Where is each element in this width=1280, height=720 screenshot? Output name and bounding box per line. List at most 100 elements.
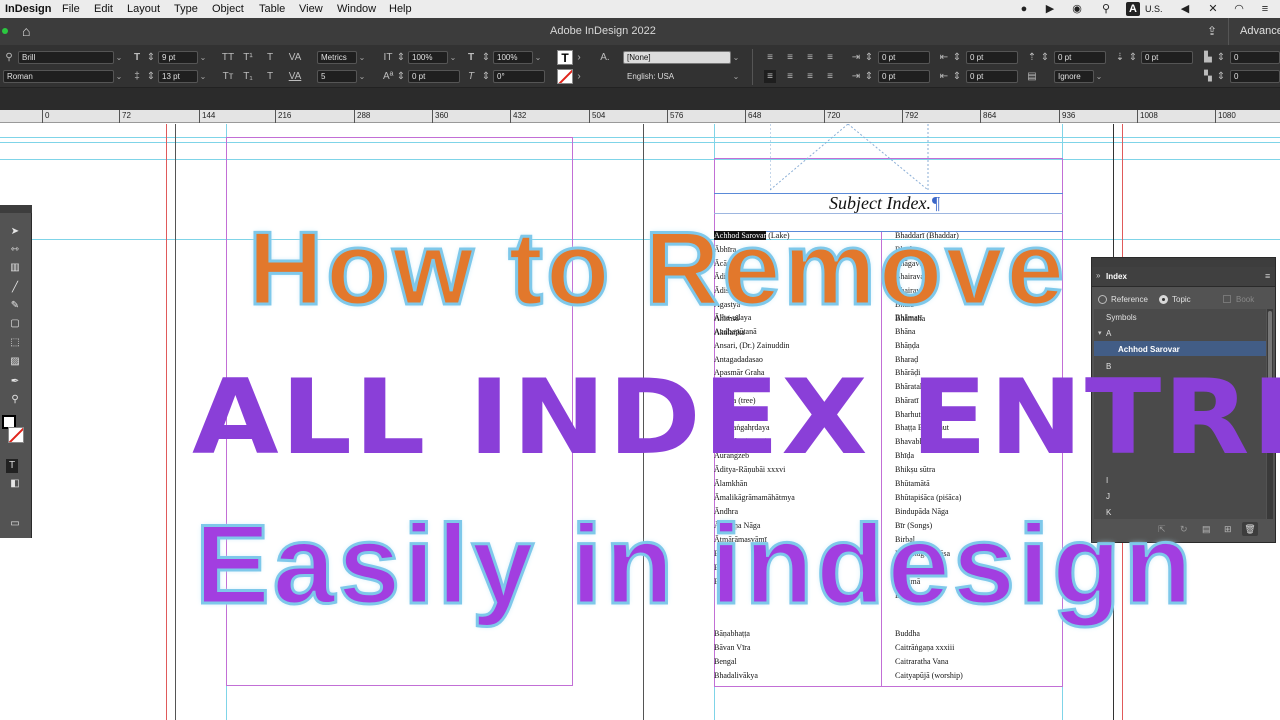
- chevron-down-icon[interactable]: ⌄: [357, 70, 367, 83]
- topic-row-symbols[interactable]: Symbols: [1106, 313, 1137, 322]
- menu-app-name[interactable]: InDesign: [5, 0, 51, 18]
- horizontal-ruler[interactable]: 0 72 144 216 288 360 432 504 576 648 720…: [0, 110, 1280, 123]
- last-line-indent-field[interactable]: 0 pt: [966, 70, 1018, 83]
- input-source-icon[interactable]: A: [1126, 2, 1140, 16]
- vertical-scale-field[interactable]: 100%: [408, 51, 448, 64]
- index-panel-grip[interactable]: [1092, 258, 1275, 267]
- line-tool-icon[interactable]: ╱: [6, 281, 24, 295]
- small-caps-icon[interactable]: Tт: [220, 70, 236, 83]
- align-left-icon[interactable]: ≡: [764, 51, 776, 64]
- selection-tool-icon[interactable]: ➤: [6, 225, 24, 239]
- workspace-switcher[interactable]: Advance: [1240, 18, 1280, 45]
- tracking-field[interactable]: 5: [317, 70, 357, 83]
- align-towards-spine-icon[interactable]: ≡: [824, 51, 836, 64]
- share-icon[interactable]: ⇪: [1207, 18, 1217, 45]
- zoom-tool-icon[interactable]: ⚲: [6, 393, 24, 407]
- menu-help[interactable]: Help: [389, 0, 412, 18]
- volume-icon[interactable]: ◀: [1178, 2, 1192, 16]
- hyphenation-field[interactable]: Ignore: [1054, 70, 1094, 83]
- pen-tool-icon[interactable]: ✎: [6, 299, 24, 313]
- chevron-down-icon[interactable]: ⌄: [731, 51, 741, 64]
- eyedropper-icon[interactable]: ✒: [6, 375, 24, 389]
- skype-icon[interactable]: ●: [1017, 2, 1031, 16]
- page-tool-icon[interactable]: ⇿: [6, 243, 24, 257]
- stepper-icon[interactable]: ⇕: [1216, 51, 1226, 64]
- stepper-icon[interactable]: ⇕: [952, 51, 962, 64]
- play-icon[interactable]: ▶: [1043, 2, 1057, 16]
- justify-left-icon[interactable]: ≡: [764, 70, 776, 83]
- kerning-field[interactable]: Metrics: [317, 51, 357, 64]
- index-panel-tab[interactable]: Index: [1106, 272, 1127, 281]
- font-family-field[interactable]: Brill: [18, 51, 114, 64]
- chevron-down-icon[interactable]: ⌄: [357, 51, 367, 64]
- camera-icon[interactable]: ◉: [1070, 2, 1084, 16]
- skew-field[interactable]: 0°: [493, 70, 545, 83]
- character-style-field[interactable]: [None]: [623, 51, 731, 64]
- chevron-down-icon[interactable]: ⌄: [448, 51, 458, 64]
- tools-panel-grip[interactable]: [0, 205, 32, 213]
- menu-edit[interactable]: Edit: [94, 0, 113, 18]
- drop-cap-chars-field[interactable]: 0: [1230, 70, 1280, 83]
- strikethrough-icon[interactable]: T: [263, 70, 277, 83]
- topic-row-a[interactable]: A: [1106, 329, 1111, 338]
- stepper-icon[interactable]: ⇕: [146, 51, 156, 64]
- stepper-icon[interactable]: ⇕: [481, 51, 491, 64]
- chevron-down-icon[interactable]: ⌄: [731, 70, 741, 83]
- stepper-icon[interactable]: ⇕: [396, 51, 406, 64]
- chevron-down-icon[interactable]: ⌄: [533, 51, 543, 64]
- space-after-field[interactable]: 0 pt: [1141, 51, 1193, 64]
- window-zoom-dot[interactable]: [2, 28, 8, 34]
- stepper-icon[interactable]: ⇕: [481, 70, 491, 83]
- all-caps-icon[interactable]: TT: [220, 51, 236, 64]
- panel-menu-icon[interactable]: ≡: [1265, 271, 1270, 281]
- menu-table[interactable]: Table: [259, 0, 285, 18]
- rectangle-frame-icon[interactable]: ▢: [6, 317, 24, 331]
- stepper-icon[interactable]: ⇕: [146, 70, 156, 83]
- menu-layout[interactable]: Layout: [127, 0, 160, 18]
- delete-entry-icon[interactable]: 🗑: [1242, 522, 1258, 536]
- leading-field[interactable]: 13 pt: [158, 70, 198, 83]
- chevron-right-icon[interactable]: ›: [575, 70, 583, 83]
- topic-row-selected[interactable]: Achhod Sarovar: [1094, 341, 1266, 356]
- stepper-icon[interactable]: ⇕: [1040, 51, 1050, 64]
- justify-center-icon[interactable]: ≡: [784, 70, 796, 83]
- stepper-icon[interactable]: ⇕: [864, 51, 874, 64]
- subscript-icon[interactable]: T₁: [241, 70, 255, 83]
- stroke-swatch-icon[interactable]: [8, 427, 24, 443]
- drop-cap-lines-field[interactable]: 0: [1230, 51, 1280, 64]
- formatting-text-icon[interactable]: T: [6, 459, 18, 473]
- content-collector-icon[interactable]: ▥: [6, 261, 24, 275]
- chevron-right-icon[interactable]: ›: [575, 51, 583, 64]
- stepper-icon[interactable]: ⇕: [1216, 70, 1226, 83]
- text-fill-icon[interactable]: T: [557, 50, 573, 65]
- underline-icon[interactable]: T: [263, 51, 277, 64]
- bluetooth-off-icon[interactable]: ✕: [1206, 2, 1220, 16]
- language-field[interactable]: English: USA: [623, 70, 731, 83]
- menu-file[interactable]: File: [62, 0, 80, 18]
- topic-radio[interactable]: [1159, 295, 1168, 304]
- disclosure-triangle-icon[interactable]: ▾: [1098, 329, 1102, 337]
- book-checkbox[interactable]: [1223, 295, 1231, 303]
- home-icon[interactable]: ⌂: [22, 18, 30, 45]
- horizontal-scale-field[interactable]: 100%: [493, 51, 533, 64]
- gradient-tool-icon[interactable]: ▨: [6, 355, 24, 369]
- generate-index-icon[interactable]: ▤: [1202, 524, 1211, 535]
- menu-object[interactable]: Object: [212, 0, 244, 18]
- chevron-down-icon[interactable]: ⌄: [198, 70, 208, 83]
- justify-all-icon[interactable]: ≡: [824, 70, 836, 83]
- right-indent-field[interactable]: 0 pt: [966, 51, 1018, 64]
- stepper-icon[interactable]: ⇕: [396, 70, 406, 83]
- menu-view[interactable]: View: [299, 0, 323, 18]
- apply-color-icon[interactable]: ◧: [6, 477, 24, 491]
- chevron-down-icon[interactable]: ⌄: [198, 51, 208, 64]
- search-icon[interactable]: ⚲: [1099, 2, 1113, 16]
- font-style-field[interactable]: Roman: [3, 70, 114, 83]
- chevron-down-icon[interactable]: ⌄: [114, 70, 124, 83]
- new-entry-icon[interactable]: ⊞: [1224, 524, 1232, 535]
- menu-window[interactable]: Window: [337, 0, 376, 18]
- chevron-down-icon[interactable]: ⌄: [114, 51, 124, 64]
- justify-right-icon[interactable]: ≡: [804, 70, 816, 83]
- stepper-icon[interactable]: ⇕: [1128, 51, 1138, 64]
- first-line-indent-field[interactable]: 0 pt: [878, 70, 930, 83]
- stepper-icon[interactable]: ⇕: [864, 70, 874, 83]
